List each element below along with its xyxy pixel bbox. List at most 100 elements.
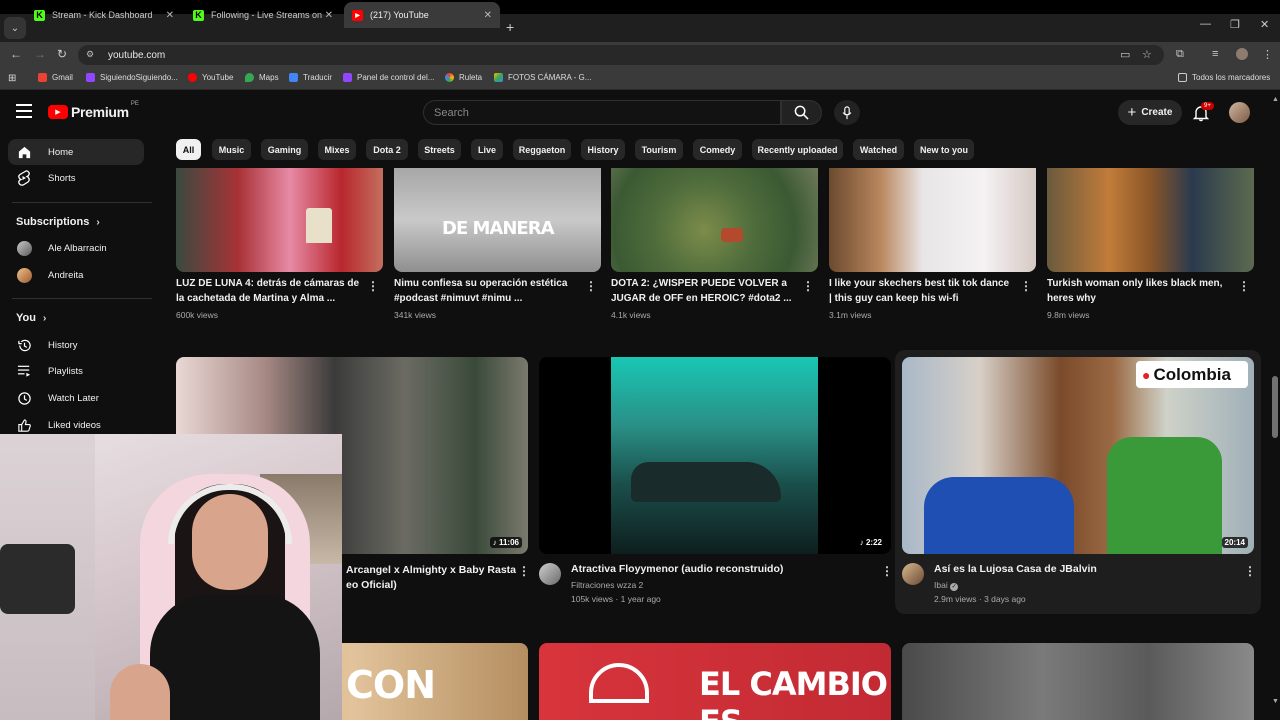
- video-title-7[interactable]: Atractiva Floyymenor (audio reconstruido…: [571, 562, 871, 577]
- scrollbar-thumb[interactable]: [1272, 376, 1278, 438]
- video-thumbnail[interactable]: [902, 643, 1254, 720]
- shower-icon: [589, 663, 649, 703]
- channel-avatar[interactable]: [902, 563, 924, 585]
- voice-search-button[interactable]: [834, 100, 860, 125]
- sidebar-item-andreita[interactable]: Andreita: [8, 262, 144, 288]
- more-actions-icon[interactable]: ⋮: [1020, 280, 1032, 292]
- sidebar-item-playlists[interactable]: Playlists: [8, 358, 144, 384]
- more-actions-icon[interactable]: ⋮: [367, 280, 379, 292]
- history-icon: [16, 337, 32, 353]
- wheel-icon: [445, 73, 454, 82]
- channel-name[interactable]: Ibai ✓: [934, 578, 959, 592]
- video-title-8[interactable]: Así es la Lujosa Casa de JBalvin: [934, 562, 1234, 577]
- scroll-down-icon[interactable]: ▼: [1272, 698, 1279, 705]
- hamburger-menu-icon[interactable]: [16, 104, 32, 118]
- bookmark-youtube[interactable]: YouTube: [188, 73, 233, 82]
- more-actions-icon[interactable]: ⋮: [881, 565, 893, 577]
- video-thumbnail[interactable]: DE MANERA: [394, 168, 601, 272]
- video-thumbnail[interactable]: [1047, 168, 1254, 272]
- bookmark-siguiendo[interactable]: SiguiendoSiguiendo...: [86, 73, 178, 82]
- bookmark-panel[interactable]: Panel de control del...: [343, 73, 434, 82]
- tab-kick-following[interactable]: K Following - Live Streams on Kic ✕: [185, 2, 341, 28]
- youtube-icon: [188, 73, 197, 82]
- chip-dota2[interactable]: Dota 2: [366, 139, 408, 160]
- restore-icon[interactable]: ❐: [1230, 18, 1240, 31]
- site-info-icon[interactable]: ⚙: [86, 49, 98, 61]
- reload-icon[interactable]: ↻: [57, 47, 67, 61]
- channel-avatar[interactable]: [539, 563, 561, 585]
- bookmark-maps[interactable]: Maps: [245, 73, 279, 82]
- video-thumbnail[interactable]: EL CAMBIO ES: [539, 643, 891, 720]
- account-avatar[interactable]: [1229, 102, 1250, 123]
- url-field[interactable]: ⚙ youtube.com: [78, 45, 1164, 65]
- sidebar-item-home[interactable]: Home: [8, 139, 144, 165]
- media-control-icon[interactable]: ≡: [1212, 48, 1218, 60]
- you-header[interactable]: You ›: [16, 312, 46, 324]
- maps-icon: [245, 73, 254, 82]
- close-window-icon[interactable]: ✕: [1260, 18, 1269, 31]
- chip-mixes[interactable]: Mixes: [318, 139, 356, 160]
- video-title-1[interactable]: LUZ DE LUNA 4: detrás de cámaras de la ca…: [176, 277, 362, 306]
- tab-kick-dashboard[interactable]: K Stream - Kick Dashboard ✕: [26, 2, 182, 28]
- profile-avatar[interactable]: [1236, 48, 1248, 60]
- search-button[interactable]: [781, 100, 822, 125]
- video-title-3[interactable]: DOTA 2: ¿WISPER PUEDE VOLVER a JUGAR de O…: [611, 277, 797, 306]
- video-thumbnail[interactable]: [829, 168, 1036, 272]
- subscriptions-header[interactable]: Subscriptions ›: [16, 216, 100, 228]
- bookmark-ruleta[interactable]: Ruleta: [445, 73, 482, 82]
- scroll-up-icon[interactable]: ▲: [1272, 96, 1279, 103]
- forward-icon[interactable]: →: [34, 47, 46, 61]
- more-actions-icon[interactable]: ⋮: [802, 280, 814, 292]
- chip-live[interactable]: Live: [471, 139, 503, 160]
- video-title-6[interactable]: Arcangel x Almighty x Baby Rasta eo Ofici…: [346, 563, 521, 592]
- video-thumbnail[interactable]: ● Colombia 20:14: [902, 357, 1254, 554]
- new-tab-icon[interactable]: +: [506, 19, 514, 35]
- all-bookmarks[interactable]: Todos los marcadores: [1178, 73, 1270, 82]
- video-title-2[interactable]: Nimu confiesa su operación estética #podc…: [394, 277, 580, 306]
- more-actions-icon[interactable]: ⋮: [1238, 280, 1250, 292]
- channel-name[interactable]: Filtraciones wzza 2: [571, 578, 643, 592]
- video-title-4[interactable]: I like your skechers best tik tok dance |…: [829, 277, 1015, 306]
- bookmark-star-icon[interactable]: ☆: [1142, 48, 1152, 61]
- sidebar-item-watch-later[interactable]: Watch Later: [8, 385, 144, 411]
- sidebar-item-ale-albarracin[interactable]: Ale Albarracin: [8, 235, 144, 261]
- video-thumbnail[interactable]: ♪ 2:22: [539, 357, 891, 554]
- bookmark-traducir[interactable]: Traducir: [289, 73, 332, 82]
- tab-search-button[interactable]: ⌄: [4, 17, 26, 39]
- chip-recently-uploaded[interactable]: Recently uploaded: [752, 139, 843, 160]
- video-title-5[interactable]: Turkish woman only likes black men, heres…: [1047, 277, 1233, 306]
- close-tab-icon[interactable]: ✕: [166, 10, 174, 21]
- bookmark-gmail[interactable]: Gmail: [38, 73, 73, 82]
- tab-youtube[interactable]: ▶ (217) YouTube ✕: [344, 2, 500, 28]
- chip-comedy[interactable]: Comedy: [693, 139, 742, 160]
- chip-history[interactable]: History: [581, 139, 625, 160]
- menu-kebab-icon[interactable]: ⋮: [1262, 48, 1273, 61]
- close-tab-icon[interactable]: ✕: [484, 10, 492, 21]
- chip-music[interactable]: Music: [212, 139, 251, 160]
- sidebar-item-shorts[interactable]: Shorts: [8, 165, 144, 191]
- chip-reggaeton[interactable]: Reggaeton: [513, 139, 571, 160]
- chip-new-to-you[interactable]: New to you: [914, 139, 974, 160]
- apps-icon[interactable]: ⊞: [8, 73, 16, 84]
- chip-streets[interactable]: Streets: [418, 139, 461, 160]
- chip-watched[interactable]: Watched: [853, 139, 904, 160]
- more-actions-icon[interactable]: ⋮: [585, 280, 597, 292]
- create-button[interactable]: + Create: [1118, 100, 1182, 125]
- more-actions-icon[interactable]: ⋮: [1244, 565, 1256, 577]
- bookmark-fotos[interactable]: FOTOS CÁMARA - G...: [494, 73, 591, 82]
- close-tab-icon[interactable]: ✕: [325, 10, 333, 21]
- chip-all[interactable]: All: [176, 139, 201, 160]
- chip-gaming[interactable]: Gaming: [261, 139, 308, 160]
- extensions-icon[interactable]: ⧉: [1176, 48, 1184, 61]
- chip-tourism[interactable]: Tourism: [635, 139, 683, 160]
- minimize-icon[interactable]: —: [1200, 18, 1211, 30]
- video-thumbnail[interactable]: [176, 168, 383, 272]
- back-icon[interactable]: ←: [10, 47, 22, 61]
- chevron-right-icon: ›: [42, 312, 47, 324]
- search-input[interactable]: Search: [423, 100, 781, 125]
- video-thumbnail[interactable]: [611, 168, 818, 272]
- sidebar-item-history[interactable]: History: [8, 332, 144, 358]
- more-actions-icon[interactable]: ⋮: [518, 565, 530, 577]
- youtube-premium-logo[interactable]: ▶ Premium PE: [48, 101, 139, 120]
- cast-icon[interactable]: ▭: [1120, 48, 1130, 61]
